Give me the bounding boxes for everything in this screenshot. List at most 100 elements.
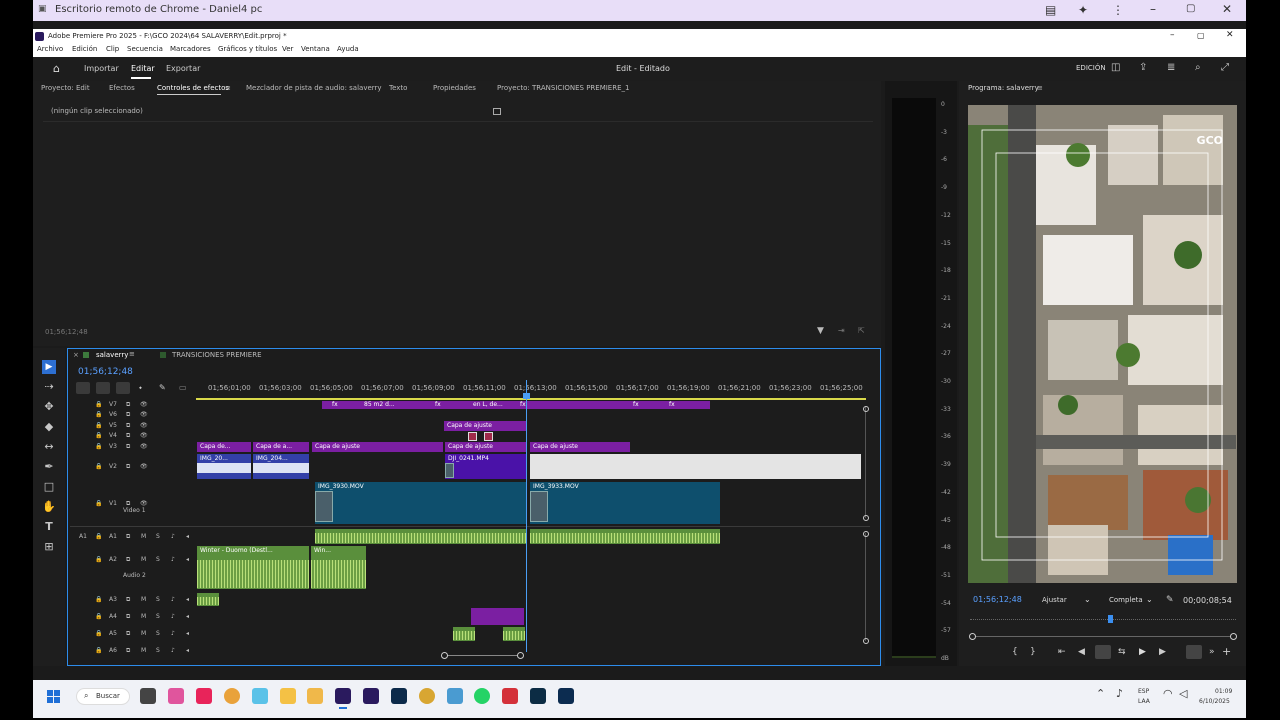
tab-project-edit[interactable]: Proyecto: Edit bbox=[41, 85, 90, 92]
voice-icon[interactable]: ◂ bbox=[186, 631, 189, 637]
sync-icon[interactable]: ⧉ bbox=[126, 597, 130, 603]
caption-tool-icon[interactable]: ⊞ bbox=[42, 540, 56, 554]
remote-desktop-icon[interactable] bbox=[447, 688, 463, 704]
clip-a1-b[interactable] bbox=[530, 529, 720, 544]
clip-v2-dji[interactable]: DJI_0241.MP4 bbox=[445, 454, 527, 479]
voice-icon[interactable]: ◂ bbox=[186, 557, 189, 563]
audio-scrollbar[interactable] bbox=[865, 533, 866, 641]
voice-icon[interactable]: ◂ bbox=[186, 614, 189, 620]
whatsapp-icon[interactable] bbox=[474, 688, 490, 704]
settings-wrench-icon[interactable]: ✎ bbox=[159, 384, 166, 392]
chrome-alt-icon[interactable] bbox=[419, 688, 435, 704]
tab-audio-mixer[interactable]: Mezclador de pista de audio: salaverry bbox=[246, 85, 382, 92]
tiktok-icon[interactable] bbox=[196, 688, 212, 704]
add-marker-icon[interactable]: ⬩ bbox=[139, 384, 142, 392]
clip-v3-d[interactable]: Capa de ajuste bbox=[445, 442, 527, 452]
app-maximize-icon[interactable]: ▢ bbox=[1197, 32, 1205, 40]
clip-v3-b[interactable]: Capa de a... bbox=[253, 442, 309, 452]
eye-icon[interactable]: 👁 bbox=[140, 402, 148, 408]
lock-icon[interactable]: 🔒 bbox=[95, 614, 102, 620]
play-audio-icon[interactable]: ⇥ bbox=[838, 327, 845, 335]
voice-icon[interactable]: ◂ bbox=[186, 534, 189, 540]
snipping-icon[interactable] bbox=[252, 688, 268, 704]
clip-v3-a[interactable]: Capa de... bbox=[197, 442, 251, 452]
audition-icon[interactable] bbox=[391, 688, 407, 704]
home-icon[interactable]: ⌂ bbox=[53, 63, 60, 74]
clock-date[interactable]: 6/10/2025 bbox=[1199, 699, 1230, 705]
tab-effects[interactable]: Efectos bbox=[109, 85, 135, 92]
more-icon[interactable]: ⋮ bbox=[1112, 4, 1124, 16]
language-label[interactable]: ESP bbox=[1138, 689, 1149, 695]
after-effects-icon[interactable] bbox=[363, 688, 379, 704]
clip-v5-adjustment[interactable]: Capa de ajuste bbox=[444, 421, 527, 431]
menu-graficos[interactable]: Gráficos y títulos bbox=[218, 46, 277, 53]
menu-ayuda[interactable]: Ayuda bbox=[337, 46, 359, 53]
task-view-icon[interactable] bbox=[140, 688, 156, 704]
lock-icon[interactable]: 🔒 bbox=[95, 402, 102, 408]
layout-icon[interactable]: ◫ bbox=[1111, 63, 1120, 73]
stop-button[interactable] bbox=[1095, 645, 1111, 659]
mark-out-icon[interactable]: } bbox=[1030, 648, 1036, 657]
solo-icon[interactable]: S bbox=[156, 614, 160, 620]
eye-icon[interactable]: 👁 bbox=[140, 433, 148, 439]
mark-in-icon[interactable]: { bbox=[1012, 648, 1018, 657]
photos-icon[interactable] bbox=[168, 688, 184, 704]
sync-icon[interactable]: ⧉ bbox=[126, 648, 130, 654]
work-area-bar[interactable] bbox=[196, 398, 866, 400]
anydesk-icon[interactable] bbox=[502, 688, 518, 704]
eye-icon[interactable]: 👁 bbox=[140, 423, 148, 429]
menu-marcadores[interactable]: Marcadores bbox=[170, 46, 211, 53]
chrome-icon[interactable] bbox=[224, 688, 240, 704]
lock-icon[interactable]: 🔒 bbox=[95, 433, 102, 439]
sync-icon[interactable]: ⧉ bbox=[126, 423, 130, 429]
lightroom-icon[interactable] bbox=[530, 688, 546, 704]
pen-icon[interactable]: ✒ bbox=[42, 460, 56, 474]
scroll-handle[interactable] bbox=[863, 638, 869, 644]
close-seq-icon[interactable]: × bbox=[73, 352, 79, 359]
timeline-h-scrollbar[interactable] bbox=[444, 655, 521, 656]
mic-icon[interactable]: ♪ bbox=[171, 597, 175, 603]
lock-icon[interactable]: 🔒 bbox=[95, 501, 102, 507]
workspace-label[interactable]: EDICIÓN bbox=[1076, 65, 1106, 72]
menu-secuencia[interactable]: Secuencia bbox=[127, 46, 163, 53]
more-controls-icon[interactable]: » bbox=[1209, 648, 1215, 657]
clip-v3-c[interactable]: Capa de ajuste bbox=[312, 442, 443, 452]
mic-icon[interactable]: ♪ bbox=[171, 557, 175, 563]
solo-icon[interactable]: S bbox=[156, 597, 160, 603]
seq-tab-transitions[interactable]: TRANSICIONES PREMIERE bbox=[172, 352, 262, 359]
tab-effect-controls[interactable]: Controles de efectos bbox=[157, 85, 229, 92]
file-explorer-icon[interactable] bbox=[280, 688, 296, 704]
lock-icon[interactable]: 🔒 bbox=[95, 534, 102, 540]
filter-icon[interactable]: ▼ bbox=[817, 327, 824, 336]
timeline-playhead[interactable] bbox=[526, 380, 527, 652]
menu-edicion[interactable]: Edición bbox=[72, 46, 97, 53]
zoom-handle-right[interactable] bbox=[1230, 633, 1237, 640]
lock-icon[interactable]: 🔒 bbox=[95, 464, 102, 470]
program-menu-icon[interactable]: ≡ bbox=[1037, 85, 1043, 92]
fit-chevron-icon[interactable]: ⌄ bbox=[1084, 596, 1091, 604]
lock-icon[interactable]: 🔒 bbox=[95, 557, 102, 563]
go-to-in-icon[interactable]: ⇤ bbox=[1058, 648, 1066, 657]
volume-icon[interactable]: ◁ bbox=[1179, 688, 1187, 699]
menu-archivo[interactable]: Archivo bbox=[37, 46, 63, 53]
razor-icon[interactable]: ◆ bbox=[42, 420, 56, 434]
menu-ventana[interactable]: Ventana bbox=[301, 46, 330, 53]
panel-view-icon[interactable] bbox=[493, 108, 501, 115]
captions-icon[interactable]: ▭ bbox=[179, 384, 187, 392]
edit-tab[interactable]: Editar bbox=[131, 65, 155, 73]
clock-time[interactable]: 01:09 bbox=[1215, 689, 1232, 695]
program-timecode[interactable]: 01;56;12;48 bbox=[973, 596, 1022, 604]
eye-icon[interactable]: 👁 bbox=[140, 464, 148, 470]
track-select-icon[interactable]: ⇢ bbox=[42, 380, 56, 394]
clip-a4[interactable] bbox=[471, 608, 524, 625]
voice-icon[interactable]: ◂ bbox=[186, 648, 189, 654]
clipboard-icon[interactable]: ▤ bbox=[1045, 4, 1056, 16]
language-layout[interactable]: LAA bbox=[1138, 699, 1150, 705]
start-icon[interactable] bbox=[47, 690, 53, 696]
queue-icon[interactable]: ≣ bbox=[1167, 63, 1175, 73]
add-button-icon[interactable]: + bbox=[1222, 646, 1231, 657]
mute-icon[interactable]: M bbox=[141, 614, 146, 620]
program-playhead[interactable] bbox=[1108, 615, 1113, 623]
nest-toggle-icon[interactable] bbox=[76, 382, 90, 394]
app-minimize-icon[interactable]: – bbox=[1170, 31, 1175, 40]
